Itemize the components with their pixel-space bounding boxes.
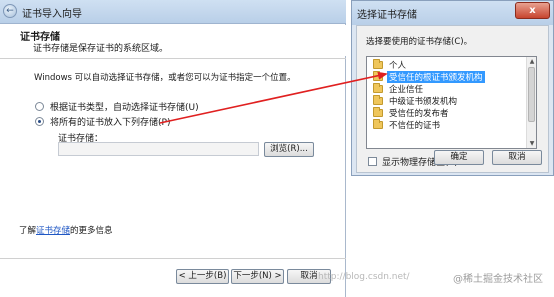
radio-auto-select-button[interactable] — [35, 101, 44, 111]
folder-icon — [373, 94, 383, 105]
dialog-body: 选择要使用的证书存储(C)。 个人 受信任的根证书颁发机构 企业信任 中级证书颁… — [356, 25, 549, 173]
scroll-up-icon[interactable]: ▲ — [528, 57, 536, 66]
page-subtitle: 证书存储是保存证书的系统区域。 — [33, 44, 169, 54]
dialog-title: 选择证书存储 — [357, 10, 417, 21]
store-item-label: 不信任的证书 — [389, 120, 441, 131]
learn-more-prefix: 了解 — [19, 226, 37, 236]
radio-manual-store-button[interactable] — [35, 116, 44, 126]
intro-text: Windows 可以自动选择证书存储，或者您可以为证书指定一个位置。 — [34, 73, 296, 83]
folder-icon — [373, 82, 383, 93]
radio-auto-select[interactable]: 根据证书类型，自动选择证书存储(U) — [35, 100, 199, 113]
dialog-cancel-button[interactable]: 取消 — [492, 150, 542, 165]
learn-more-link[interactable]: 证书存储 — [36, 226, 70, 236]
store-item-intermediate-ca[interactable]: 中级证书颁发机构 — [373, 94, 459, 107]
browse-button[interactable]: 浏览(R)... — [264, 142, 314, 157]
store-item-label: 中级证书颁发机构 — [389, 96, 458, 107]
store-item-label: 企业信任 — [389, 84, 424, 95]
folder-icon — [373, 106, 383, 117]
ok-button[interactable]: 确定 — [434, 150, 484, 165]
wizard-title: 证书导入向导 — [22, 9, 82, 20]
store-item-label: 个人 — [389, 60, 407, 71]
dialog-titlebar: 选择证书存储 x — [352, 1, 553, 25]
watermark-url: http://blog.csdn.net/ — [318, 272, 410, 282]
folder-icon — [373, 118, 383, 129]
wizard-header: 证书存储 证书存储是保存证书的系统区域。 — [0, 25, 346, 56]
certificate-import-wizard: ← 证书导入向导 证书存储 证书存储是保存证书的系统区域。 Windows 可以… — [0, 0, 346, 297]
store-item-enterprise-trust[interactable]: 企业信任 — [373, 82, 425, 95]
store-field[interactable] — [58, 142, 259, 156]
folder-icon — [373, 58, 383, 69]
folder-icon — [373, 70, 383, 81]
radio-manual-store-label: 将所有的证书放入下列存储(P) — [50, 117, 171, 128]
store-tree[interactable]: 个人 受信任的根证书颁发机构 企业信任 中级证书颁发机构 受信任的发布者 不信任… — [366, 56, 537, 149]
watermark-brand: @稀土掘金技术社区 — [453, 274, 543, 285]
next-button[interactable]: 下一步(N) > — [231, 269, 284, 284]
radio-auto-select-label: 根据证书类型，自动选择证书存储(U) — [50, 102, 199, 113]
scroll-down-icon[interactable]: ▼ — [528, 139, 536, 148]
dialog-prompt: 选择要使用的证书存储(C)。 — [366, 37, 473, 47]
store-item-label: 受信任的发布者 — [389, 108, 449, 119]
back-button[interactable]: < 上一步(B) — [176, 269, 229, 284]
store-item-personal[interactable]: 个人 — [373, 58, 408, 71]
store-item-trusted-publishers[interactable]: 受信任的发布者 — [373, 106, 451, 119]
learn-more-suffix: 的更多信息 — [70, 226, 113, 236]
tree-scrollbar[interactable]: ▲ ▼ — [526, 57, 536, 148]
back-arrow-icon[interactable]: ← — [3, 4, 17, 18]
close-icon[interactable]: x — [515, 2, 550, 19]
learn-more-text: 了解证书存储的更多信息 — [19, 224, 113, 236]
wizard-titlebar: ← 证书导入向导 — [0, 0, 346, 24]
store-item-untrusted[interactable]: 不信任的证书 — [373, 118, 442, 131]
select-store-dialog: 选择证书存储 x 选择要使用的证书存储(C)。 个人 受信任的根证书颁发机构 企… — [351, 0, 554, 176]
radio-manual-store[interactable]: 将所有的证书放入下列存储(P) — [35, 115, 171, 128]
footer-divider — [0, 258, 346, 259]
scroll-thumb[interactable] — [528, 67, 535, 122]
show-physical-checkbox[interactable] — [368, 157, 377, 166]
store-item-trusted-root[interactable]: 受信任的根证书颁发机构 — [373, 70, 485, 83]
header-divider — [0, 58, 346, 59]
store-item-label: 受信任的根证书颁发机构 — [387, 70, 485, 83]
